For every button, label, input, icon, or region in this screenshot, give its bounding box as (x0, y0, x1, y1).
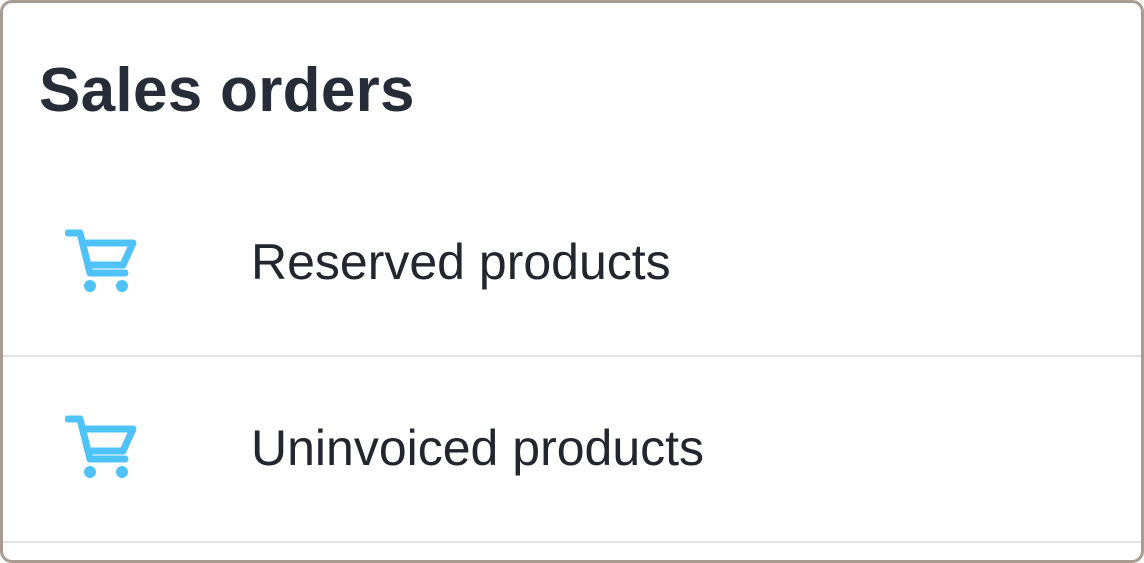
shopping-cart-icon (65, 413, 137, 481)
menu-item-label: Reserved products (251, 234, 671, 290)
menu-item-uninvoiced-products[interactable]: Uninvoiced products (3, 357, 1141, 543)
sales-orders-card: Sales orders Reserved products Uninvoice… (0, 0, 1144, 563)
shopping-cart-icon (65, 227, 137, 295)
menu-item-reserved-products[interactable]: Reserved products (3, 171, 1141, 357)
menu-item-label: Uninvoiced products (251, 420, 705, 476)
menu-list: Reserved products Uninvoiced products (3, 171, 1141, 543)
page-title: Sales orders (39, 56, 415, 125)
